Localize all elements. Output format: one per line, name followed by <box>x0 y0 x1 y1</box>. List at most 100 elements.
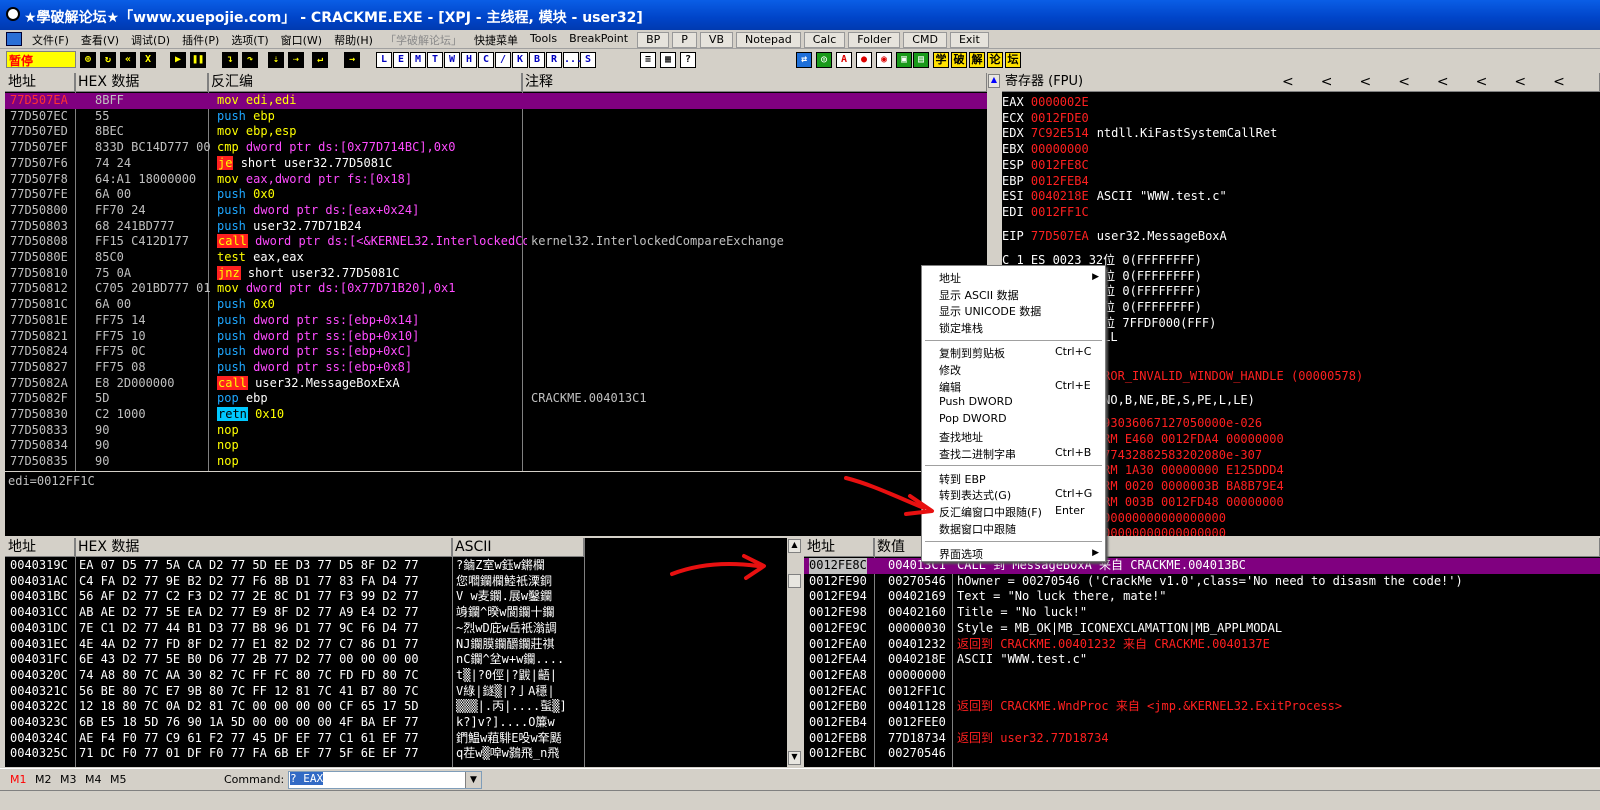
window-button-0[interactable]: L <box>376 52 392 68</box>
stack-row[interactable]: 0012FEA0 00401232 返回到 CRACKME.00401232 来自 … <box>804 637 1600 653</box>
stack-row[interactable]: 0012FEB0 00401128 返回到 CRACKME.WndProc 来自 <… <box>804 699 1600 715</box>
stack-col-address[interactable]: 地址 <box>804 538 874 557</box>
disasm-row[interactable]: 77D50827 FF75 08 push dword ptr ss:[ebp+0x… <box>5 360 987 376</box>
context-menu-item-0[interactable]: 地址 <box>939 270 961 286</box>
dump-row[interactable]: 0040324C AE F4 F0 77 C9 61 F2 77 45 DF EF… <box>5 731 787 747</box>
dump-row[interactable]: 0040323C 6B E5 18 5D 76 90 1A 5D 00 00 00… <box>5 715 787 731</box>
menu-button-bp[interactable]: BP <box>637 32 670 48</box>
window-button-8[interactable]: K <box>512 52 528 68</box>
dump-row[interactable]: 004031EC 4E 4A D2 77 FD 8F D2 77 E1 82 D2… <box>5 637 787 653</box>
stack-row[interactable]: 0012FEA4 0040218E ASCII "WWW.test.c" <box>804 652 1600 668</box>
memory-tab-m3[interactable]: M3 <box>60 773 77 786</box>
disasm-row[interactable]: 77D5081E FF75 14 push dword ptr ss:[ebp+0x… <box>5 313 987 329</box>
memory-tab-m1[interactable]: M1 <box>10 773 27 786</box>
step-into-icon[interactable]: ↴ <box>222 52 238 68</box>
grid-icon[interactable]: ▦ <box>660 52 676 68</box>
register-ebp[interactable]: EBP 0012FEB4 <box>1002 174 1097 188</box>
stack-row[interactable]: 0012FE98 00402160 Title = "No luck!" <box>804 605 1600 621</box>
window-button-9[interactable]: B <box>529 52 545 68</box>
window-button-4[interactable]: W <box>444 52 460 68</box>
goto-icon[interactable]: → <box>344 52 360 68</box>
menu-button-notepad[interactable]: Notepad <box>736 32 801 48</box>
disasm-row[interactable]: 77D5082F 5D pop ebp CRACKME.004013C1 <box>5 391 987 407</box>
menu-button-cmd[interactable]: CMD <box>903 32 947 48</box>
menu-button-folder[interactable]: Folder <box>848 32 901 48</box>
forum-button-0[interactable]: 学 <box>933 52 949 68</box>
menu-button-vb[interactable]: VB <box>699 32 733 48</box>
context-menu-item-12[interactable]: 转到表达式(G) <box>939 487 1011 503</box>
disasm-row[interactable]: 77D507EA 8BFF mov edi,edi <box>5 93 987 109</box>
memory-tab-m4[interactable]: M4 <box>85 773 102 786</box>
disasm-row[interactable]: 77D507FE 6A 00 push 0x0 <box>5 187 987 203</box>
disasm-row[interactable]: 77D507ED 8BEC mov ebp,esp <box>5 124 987 140</box>
disasm-row[interactable]: 77D5080E 85C0 test eax,eax <box>5 250 987 266</box>
disasm-row[interactable]: 77D507EF 833D BC14D777 00 cmp dword ptr ds… <box>5 140 987 156</box>
dump-row[interactable]: 004031FC 6E 43 D2 77 5E B0 D6 77 2B 77 D2… <box>5 652 787 668</box>
window-button-1[interactable]: E <box>393 52 409 68</box>
disasm-row[interactable]: 77D507EC 55 push ebp <box>5 109 987 125</box>
disasm-row[interactable]: 77D5081C 6A 00 push 0x0 <box>5 297 987 313</box>
dump-scroll-down-icon[interactable]: ▼ <box>788 751 801 765</box>
register-esi[interactable]: ESI 0040218E ASCII "WWW.test.c" <box>1002 189 1227 203</box>
register-esp[interactable]: ESP 0012FE8C <box>1002 158 1097 172</box>
forum-button-1[interactable]: 破 <box>951 52 967 68</box>
plugin-icon-6[interactable]: ▣ <box>896 52 912 68</box>
disasm-row[interactable]: 77D50812 C705 201BD777 01 mov dword ptr ds… <box>5 281 987 297</box>
disasm-row[interactable]: 77D50810 75 0A jnz short user32.77D5081C <box>5 265 987 282</box>
window-button-12[interactable]: S <box>580 52 596 68</box>
window-menu-icon[interactable] <box>6 32 22 46</box>
command-input[interactable]: ? EAX ▼ <box>288 771 482 789</box>
menu-item-7[interactable]: 「学破解论坛」 <box>379 32 468 48</box>
disasm-row[interactable]: 77D50824 FF75 0C push dword ptr ss:[ebp+0x… <box>5 344 987 360</box>
register-nav-arrows[interactable]: <<<<<<<< <box>1282 73 1592 91</box>
menu-item-3[interactable]: 插件(P) <box>176 32 225 48</box>
col-header-disasm[interactable]: 反汇编 <box>208 73 522 92</box>
dump-scroll-up-icon[interactable]: ▲ <box>788 539 801 553</box>
forum-button-3[interactable]: 论 <box>987 52 1003 68</box>
register-ebx[interactable]: EBX 00000000 <box>1002 142 1097 156</box>
col-header-address[interactable]: 地址 <box>5 73 75 92</box>
context-menu-item-4[interactable]: 复制到剪贴板 <box>939 345 1005 361</box>
menu-button-p[interactable]: P <box>672 32 697 48</box>
window-button-10[interactable]: R <box>546 52 562 68</box>
run-icon[interactable]: ▶ <box>170 52 186 68</box>
context-menu-item-1[interactable]: 显示 ASCII 数据 <box>939 287 1019 303</box>
disasm-row[interactable]: 77D5082A E8 2D000000 call user32.MessageBo… <box>5 375 987 392</box>
dump-row[interactable]: 004031CC AB AE D2 77 5E EA D2 77 E9 8F D2… <box>5 605 787 621</box>
trace-over-icon[interactable]: ⇢ <box>288 52 304 68</box>
window-button-5[interactable]: H <box>461 52 477 68</box>
dump-scroll-thumb[interactable] <box>788 574 801 588</box>
disasm-row[interactable]: 77D50833 90 nop <box>5 423 987 439</box>
menu-item-0[interactable]: 文件(F) <box>26 32 75 48</box>
context-menu-item-6[interactable]: 编辑 <box>939 379 961 395</box>
disasm-row[interactable]: 77D50800 FF70 24 push dword ptr ds:[eax+0x… <box>5 203 987 219</box>
context-menu-item-5[interactable]: 修改 <box>939 362 961 378</box>
dump-scrollbar[interactable]: ▲ ▼ <box>787 538 802 767</box>
register-edi[interactable]: EDI 0012FF1C <box>1002 205 1097 219</box>
trace-into-icon[interactable]: ⇣ <box>268 52 284 68</box>
rewind-icon[interactable]: « <box>120 52 136 68</box>
stack-row[interactable]: 0012FEB8 77D18734 返回到 user32.77D18734 <box>804 731 1600 747</box>
stack-row[interactable]: 0012FEA8 00000000 <box>804 668 1600 684</box>
forum-button-2[interactable]: 解 <box>969 52 985 68</box>
menu-item-1[interactable]: 查看(V) <box>75 32 125 48</box>
dump-col-address[interactable]: 地址 <box>5 538 75 557</box>
plugin-icon-1[interactable]: ⇄ <box>796 52 812 68</box>
dump-col-hex[interactable]: HEX 数据 <box>75 538 452 557</box>
dump-row[interactable]: 0040321C 56 BE 80 7C E7 9B 80 7C FF 12 81… <box>5 684 787 700</box>
disasm-row[interactable]: 77D507F8 64:A1 18000000 mov eax,dword ptr … <box>5 172 987 188</box>
context-menu-item-14[interactable]: 数据窗口中跟随 <box>939 521 1016 537</box>
execute-till-return-icon[interactable]: ↵ <box>312 52 328 68</box>
chevron-down-icon[interactable]: ▼ <box>465 772 481 788</box>
stack-panel[interactable]: 地址 数值 注释 0012FE8C004013C1CALL 到 MessageB… <box>804 538 1600 767</box>
window-button-3[interactable]: T <box>427 52 443 68</box>
register-edx[interactable]: EDX 7C92E514 ntdll.KiFastSystemCallRet <box>1002 126 1277 140</box>
context-menu-item-15[interactable]: 界面选项 <box>939 546 983 562</box>
disassembly-panel[interactable]: 地址 HEX 数据 反汇编 注释 77D507EA 8BFF mov edi,edi… <box>5 73 987 471</box>
dump-row[interactable]: 0040322C 12 18 80 7C 0A D2 81 7C 00 00 00… <box>5 699 787 715</box>
window-button-6[interactable]: C <box>478 52 494 68</box>
col-header-comment[interactable]: 注释 <box>522 73 987 92</box>
open-icon[interactable]: ⊕ <box>80 52 96 68</box>
disasm-row[interactable]: 77D50830 C2 1000 retn 0x10 <box>5 407 987 423</box>
stack-row[interactable]: 0012FEAC 0012FF1C <box>804 684 1600 700</box>
